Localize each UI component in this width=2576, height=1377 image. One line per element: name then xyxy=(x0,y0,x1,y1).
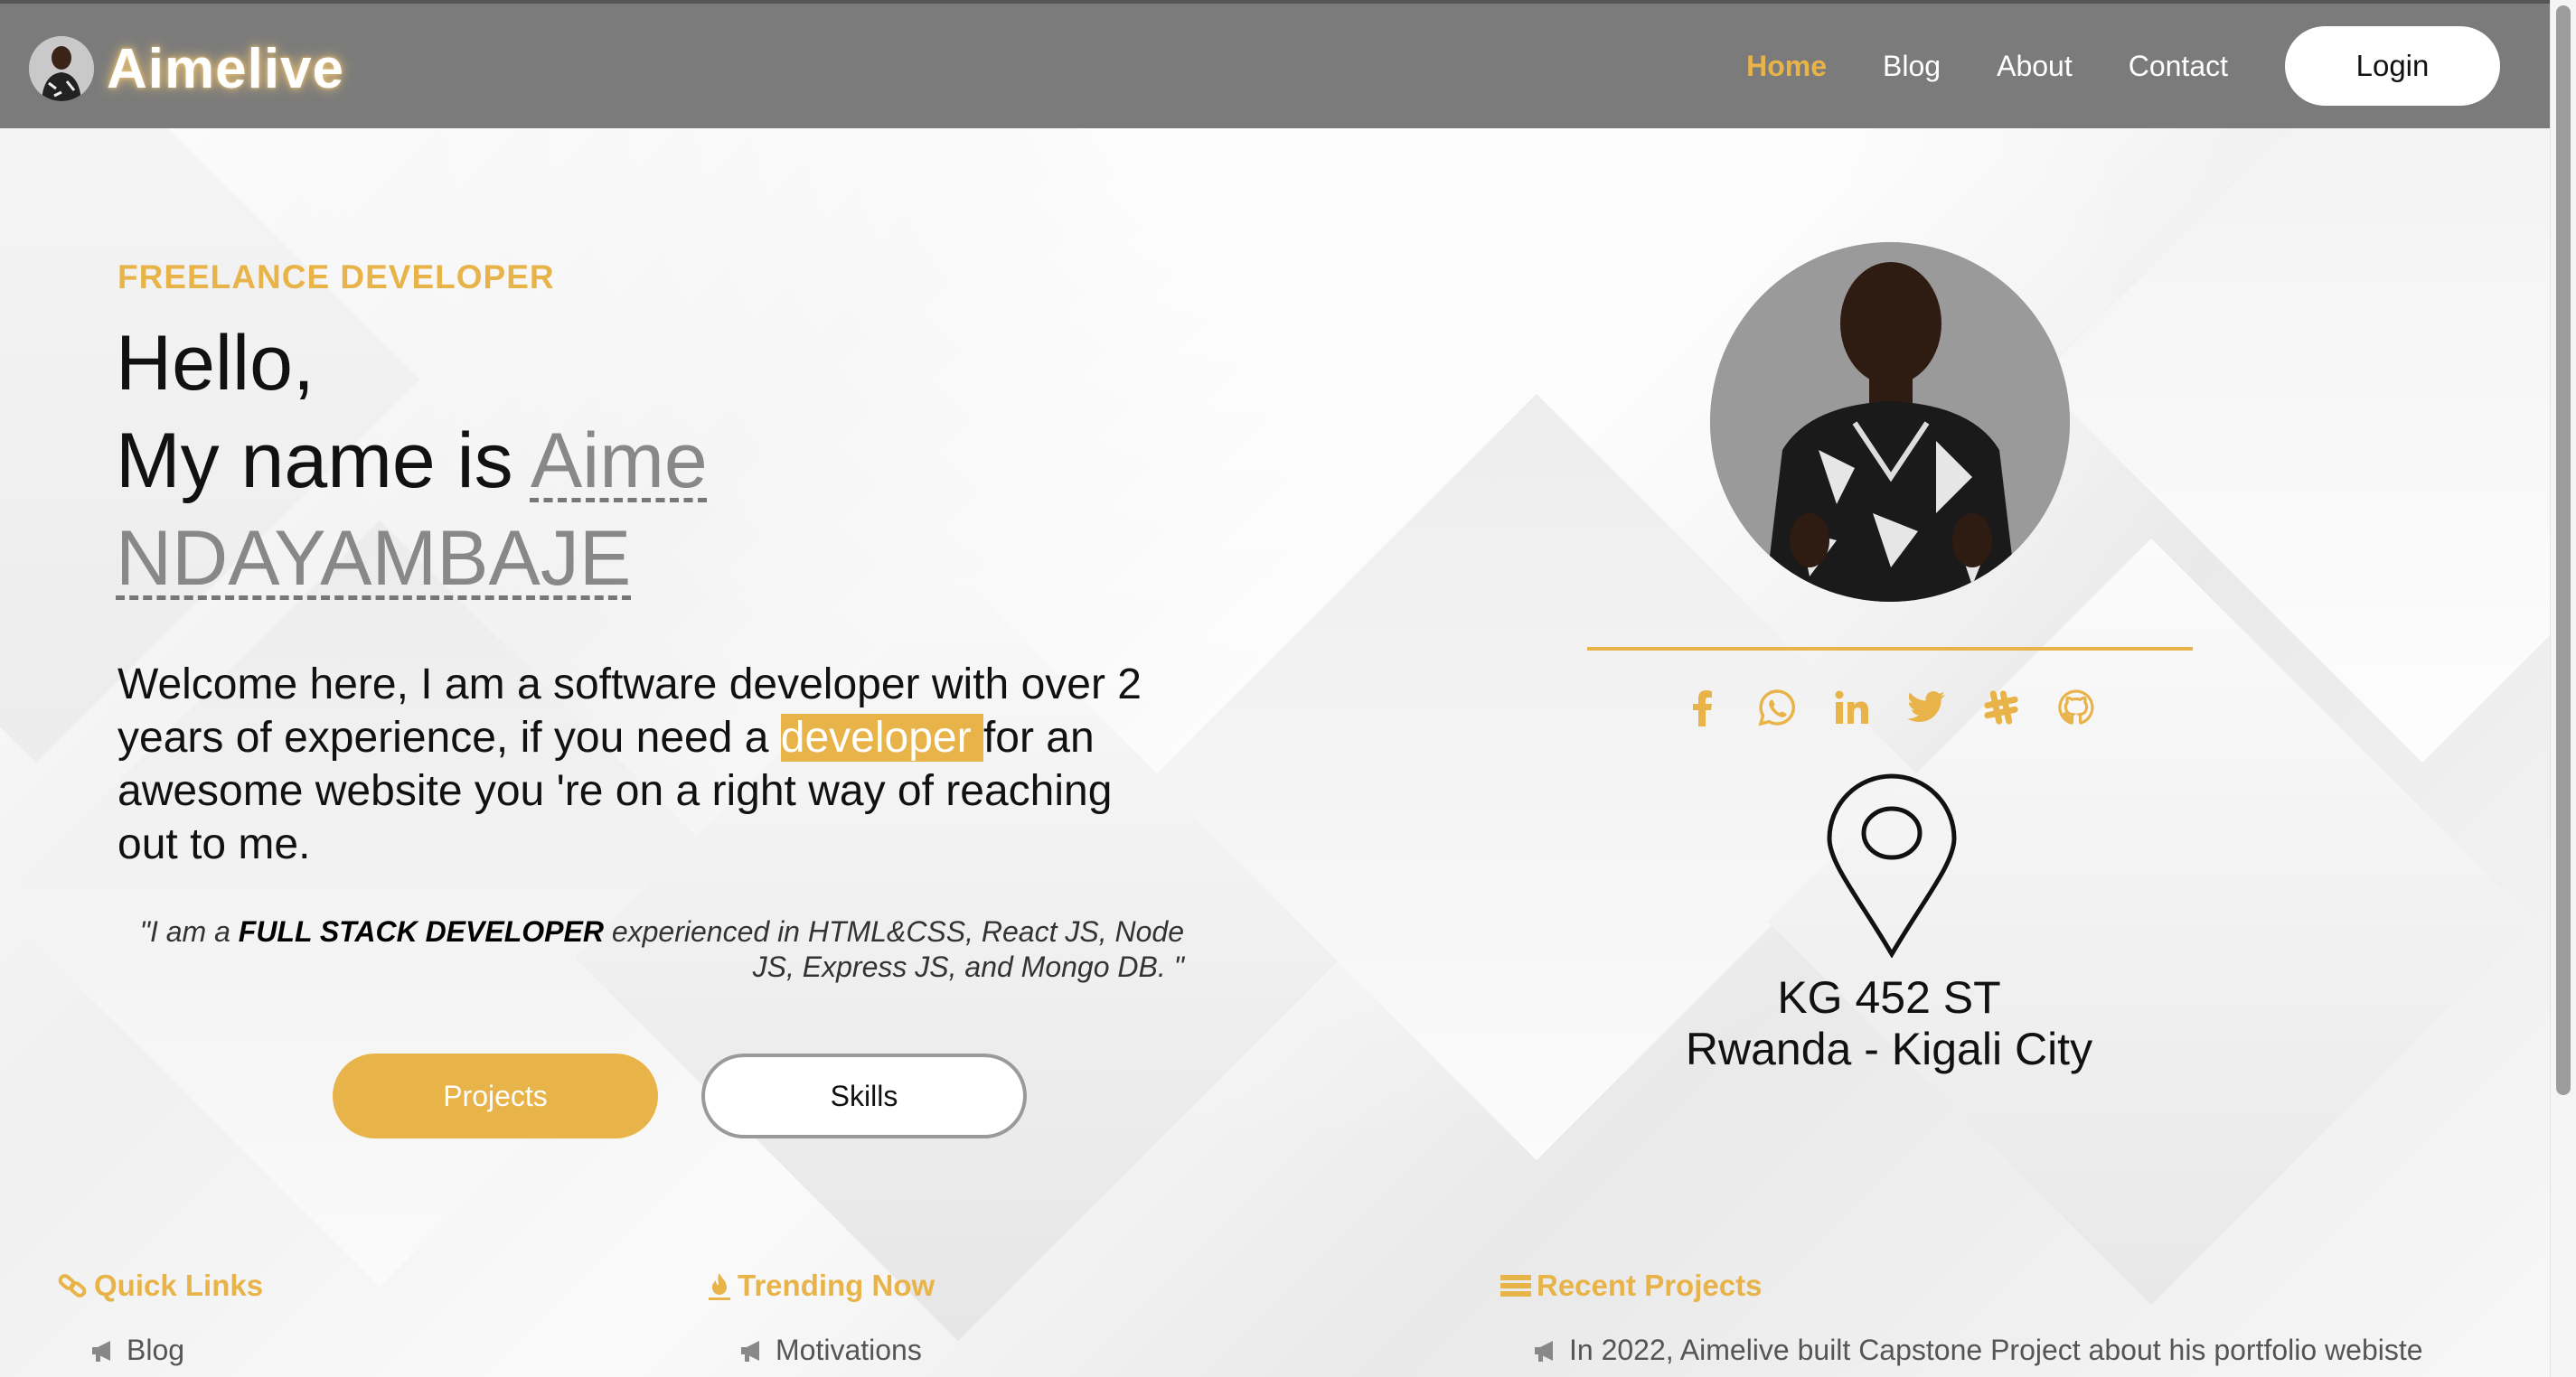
navbar: Aimelive Home Blog About Contact Login xyxy=(0,0,2551,128)
footer-project-label: In 2022, Aimelive built Capstone Project… xyxy=(1569,1334,2423,1366)
quote-start: "I am a xyxy=(139,915,239,948)
nav-home[interactable]: Home xyxy=(1746,50,1827,83)
twitter-icon[interactable] xyxy=(1905,687,1947,728)
slack-icon[interactable] xyxy=(1980,687,2022,728)
login-button[interactable]: Login xyxy=(2285,26,2500,106)
footer-link-label: Blog xyxy=(127,1334,185,1366)
hero-eyebrow: FREELANCE DEVELOPER xyxy=(118,258,555,295)
hero-quote: "I am a FULL STACK DEVELOPER experienced… xyxy=(118,914,1184,985)
link-icon xyxy=(58,1274,87,1297)
quick-links-title: Quick Links xyxy=(94,1269,264,1302)
brand-avatar xyxy=(29,36,94,101)
megaphone-icon xyxy=(1535,1340,1553,1362)
social-links xyxy=(1681,687,2097,728)
profile-photo xyxy=(1710,242,2070,602)
scrollbar[interactable] xyxy=(2550,0,2576,1377)
name-prefix: My name is xyxy=(116,417,531,504)
trending-heading: Trending Now xyxy=(707,1269,935,1303)
footer-link-blog[interactable]: Blog xyxy=(90,1334,263,1367)
brand-name: Aimelive xyxy=(107,37,345,100)
intro-highlight: developer xyxy=(780,714,983,762)
footer-recent-projects: Recent Projects In 2022, Aimelive built … xyxy=(1500,1269,2423,1367)
flame-icon xyxy=(709,1273,730,1300)
footer-link-label: Motivations xyxy=(776,1334,922,1366)
skills-button[interactable]: Skills xyxy=(701,1054,1027,1138)
nav-contact[interactable]: Contact xyxy=(2129,50,2228,83)
intro-paragraph: Welcome here, I am a software developer … xyxy=(118,658,1184,871)
location-pin-icon xyxy=(1824,773,1960,959)
list-icon xyxy=(1500,1275,1531,1297)
scrollbar-thumb[interactable] xyxy=(2556,5,2571,1095)
greeting-line: Hello, xyxy=(116,320,315,407)
trending-title: Trending Now xyxy=(738,1269,935,1302)
profile-divider xyxy=(1587,647,2193,651)
facebook-icon[interactable] xyxy=(1681,687,1723,728)
projects-button[interactable]: Projects xyxy=(333,1054,658,1138)
brand[interactable]: Aimelive xyxy=(29,36,344,101)
github-icon[interactable] xyxy=(2055,687,2097,728)
quick-links-heading: Quick Links xyxy=(58,1269,263,1303)
megaphone-icon xyxy=(92,1340,110,1362)
footer-project-item[interactable]: In 2022, Aimelive built Capstone Project… xyxy=(1533,1334,2423,1367)
linkedin-icon[interactable] xyxy=(1831,687,1873,728)
nav-blog[interactable]: Blog xyxy=(1883,50,1941,83)
whatsapp-icon[interactable] xyxy=(1756,687,1798,728)
footer-link-motivations[interactable]: Motivations xyxy=(739,1334,935,1367)
footer-trending: Trending Now Motivations xyxy=(707,1269,935,1367)
main-content: FREELANCE DEVELOPER Hello, My name is Ai… xyxy=(0,0,2551,1377)
recent-projects-title: Recent Projects xyxy=(1537,1269,1763,1302)
name-line: My name is Aime xyxy=(116,412,1110,510)
quote-bold: FULL STACK DEVELOPER xyxy=(238,915,604,948)
address: KG 452 ST Rwanda - Kigali City xyxy=(1609,972,2169,1075)
nav-about[interactable]: About xyxy=(1997,50,2073,83)
first-name: Aime xyxy=(530,417,708,504)
quote-end: experienced in HTML&CSS, React JS, Node … xyxy=(603,915,1184,983)
last-name: NDAYAMBAJE xyxy=(116,515,632,602)
nav-links: Home Blog About Contact Login xyxy=(1718,4,2551,128)
hero-heading: Hello, My name is Aime NDAYAMBAJE xyxy=(116,314,1110,607)
address-street: KG 452 ST xyxy=(1777,972,2001,1023)
megaphone-icon xyxy=(741,1340,759,1362)
address-city: Rwanda - Kigali City xyxy=(1685,1024,2093,1074)
recent-projects-heading: Recent Projects xyxy=(1500,1269,2423,1303)
footer-quick-links: Quick Links Blog xyxy=(58,1269,263,1367)
